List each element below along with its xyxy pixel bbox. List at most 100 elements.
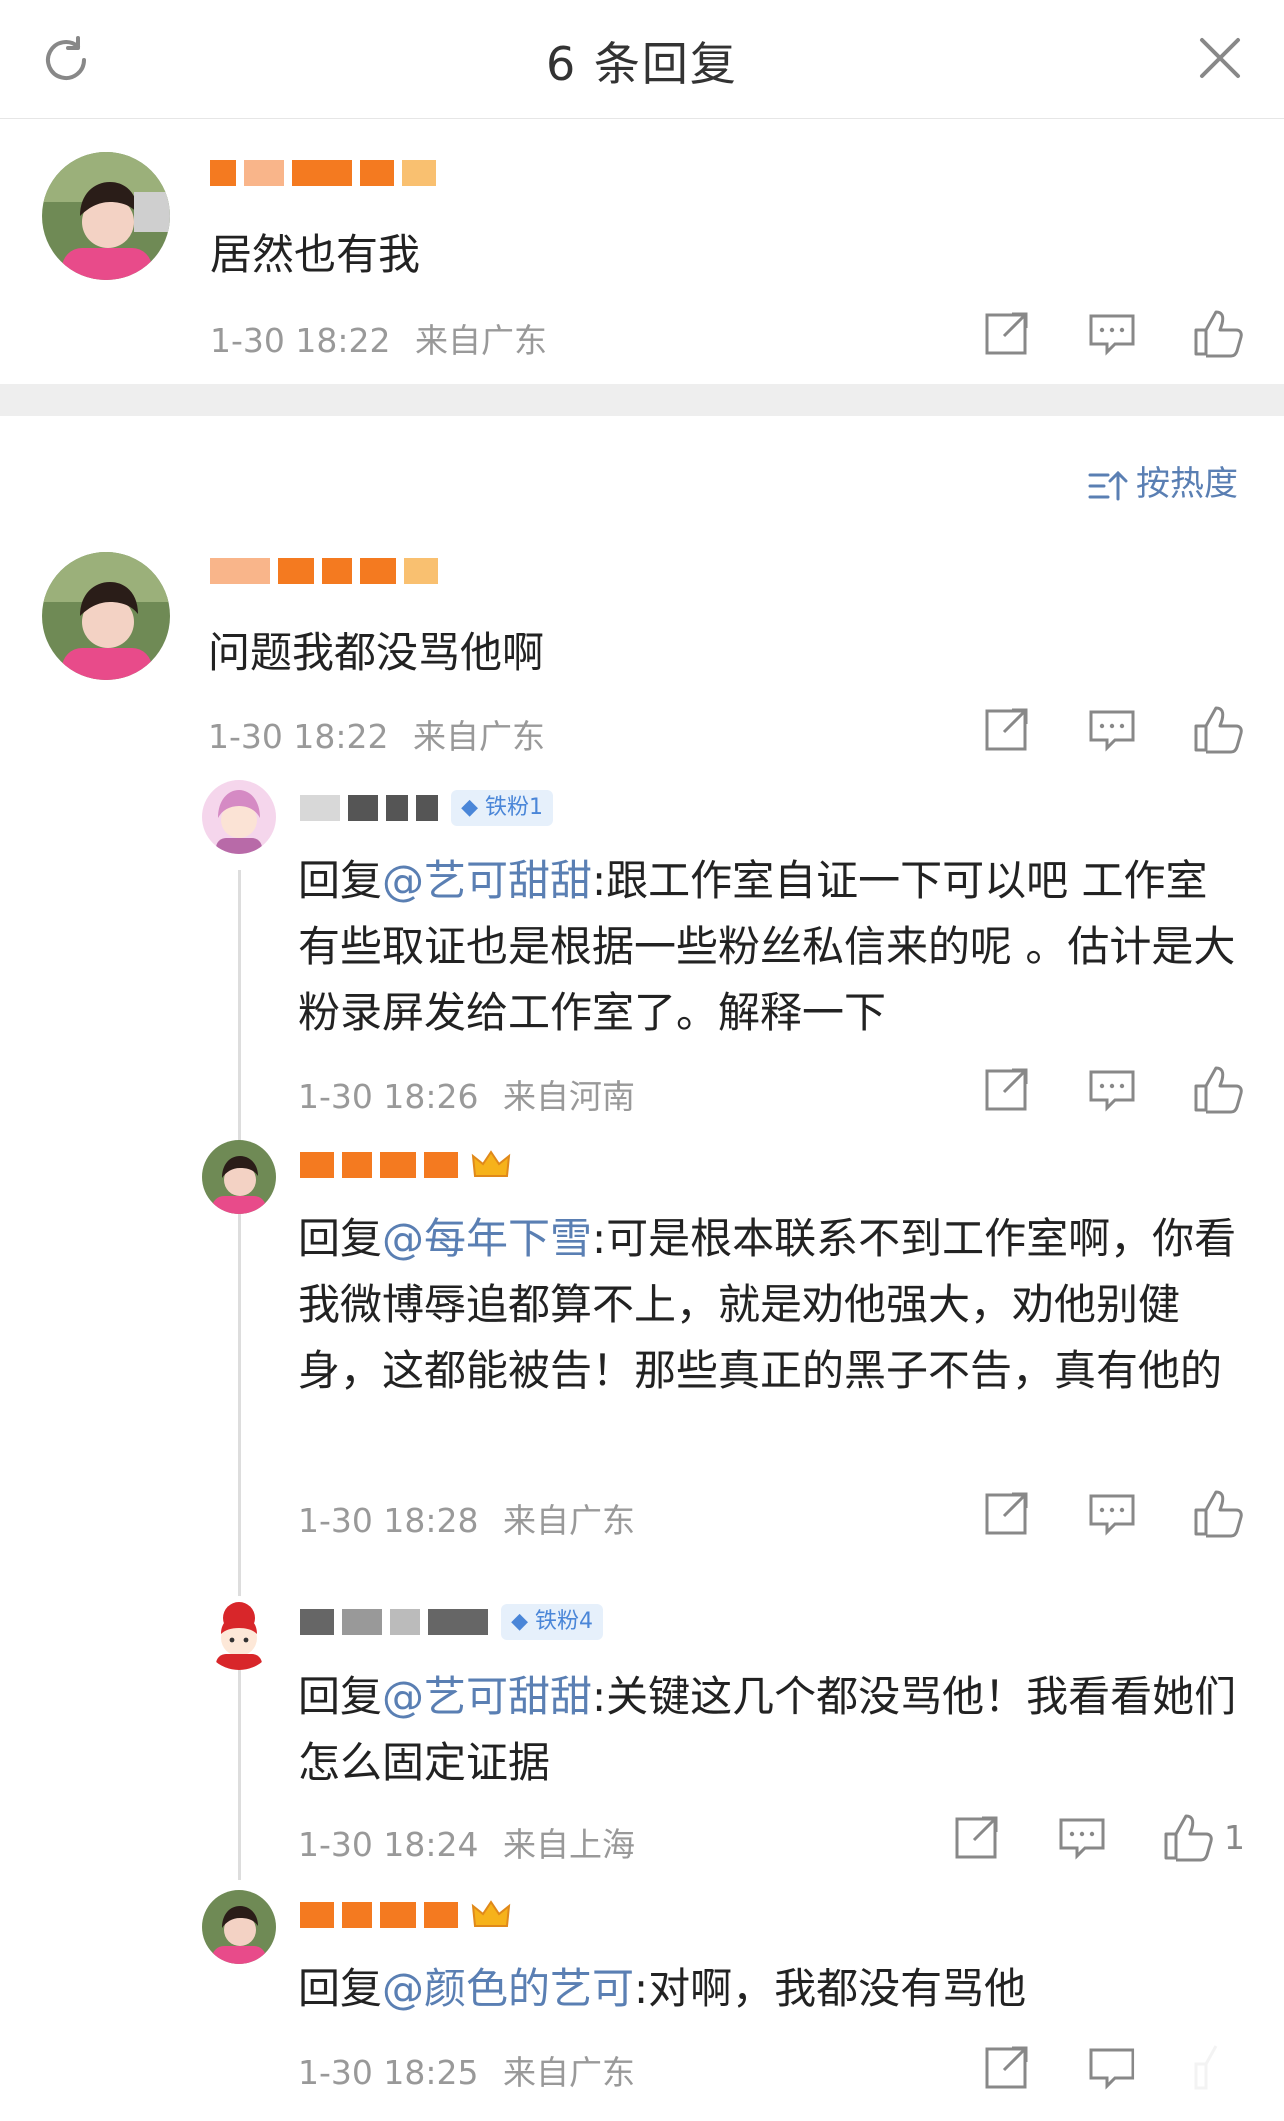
diamond-icon: ◆: [461, 795, 486, 820]
share-icon: [985, 312, 1028, 355]
commenter-name[interactable]: [210, 558, 450, 604]
commenter-name[interactable]: [300, 1148, 540, 1194]
location: 来自广东: [503, 2053, 635, 2092]
like-button[interactable]: [1190, 1486, 1244, 1540]
reply-meta: 1-30 18:22 来自广东: [208, 710, 545, 758]
comment-button[interactable]: [1085, 1062, 1139, 1116]
share-icon: [985, 1068, 1028, 1111]
share-icon: [985, 708, 1028, 751]
comment-button[interactable]: [1055, 1810, 1109, 1864]
sort-label: 按热度: [1136, 464, 1238, 504]
like-button[interactable]: [1190, 1062, 1244, 1116]
timestamp: 1-30 18:22: [208, 717, 389, 756]
reply-prefix: 回复: [298, 1214, 383, 1263]
reply-prefix: 回复: [298, 1672, 383, 1721]
reply-header: 6 条回复: [0, 0, 1284, 119]
reply-text: 回复@颜色的艺可:对啊，我都没有骂他: [298, 1956, 1248, 2022]
share-button[interactable]: [980, 702, 1034, 756]
reply-actions: [980, 1062, 1250, 1122]
avatar[interactable]: [202, 780, 276, 854]
fan-badge: ◆ 铁粉4: [501, 1604, 604, 1640]
reply-actions: [980, 1486, 1250, 1546]
crown-icon: [471, 1900, 511, 1927]
location: 来自广东: [415, 321, 547, 360]
comment-actions: [980, 306, 1250, 366]
avatar[interactable]: [202, 1596, 276, 1670]
commenter-name[interactable]: ◆ 铁粉1: [300, 790, 620, 836]
comment-icon: [1089, 1494, 1135, 1536]
comment-button[interactable]: [1085, 702, 1139, 756]
share-button[interactable]: [980, 1486, 1034, 1540]
watermark-overlay: [1134, 2041, 1284, 2121]
share-icon: [985, 1492, 1028, 1535]
thumbs-up-icon: [1194, 1066, 1243, 1114]
reply-text: 回复@每年下雪:可是根本联系不到工作室啊，你看我微博辱追都算不上，就是劝他强大，…: [298, 1206, 1248, 1404]
timestamp: 1-30 18:25: [298, 2053, 479, 2092]
commenter-name[interactable]: [210, 160, 450, 206]
section-divider: [0, 384, 1284, 416]
reply-text: 回复@艺可甜甜:关键这几个都没骂他！我看看她们怎么固定证据: [298, 1664, 1248, 1796]
timestamp: 1-30 18:24: [298, 1825, 479, 1864]
avatar[interactable]: [42, 552, 170, 680]
thumbs-up-icon: [1194, 310, 1243, 358]
timestamp: 1-30 18:22: [210, 321, 391, 360]
like-button[interactable]: [1160, 1810, 1214, 1864]
timestamp: 1-30 18:26: [298, 1077, 479, 1116]
mention-link[interactable]: @艺可甜甜: [382, 1672, 592, 1721]
location: 来自上海: [503, 1825, 635, 1864]
share-icon: [985, 2046, 1028, 2089]
share-button[interactable]: [980, 1062, 1034, 1116]
comment-button[interactable]: [1085, 306, 1139, 360]
comment-button[interactable]: [1085, 2040, 1139, 2094]
comment-meta: 1-30 18:22 来自广东: [210, 314, 547, 362]
reply-meta: 1-30 18:24 来自上海: [298, 1818, 635, 1866]
reply-text: 回复@艺可甜甜:跟工作室自证一下可以吧 工作室有些取证也是根据一些粉丝私信来的呢…: [298, 848, 1248, 1046]
share-button[interactable]: [980, 2040, 1034, 2094]
thumbs-up-icon: [1194, 1490, 1243, 1538]
thread-line: [238, 870, 241, 1880]
comment-button[interactable]: [1085, 1486, 1139, 1540]
like-button[interactable]: [1190, 702, 1244, 756]
comment-icon: [1059, 1818, 1105, 1860]
crown-icon: [471, 1150, 511, 1177]
timestamp: 1-30 18:28: [298, 1501, 479, 1540]
mention-link[interactable]: @艺可甜甜: [382, 856, 592, 905]
like-button[interactable]: [1190, 306, 1244, 360]
location: 来自河南: [503, 1077, 635, 1116]
thumbs-up-icon: [1164, 1814, 1213, 1862]
mention-link[interactable]: @颜色的艺可: [382, 1964, 634, 2013]
reply-meta: 1-30 18:28 来自广东: [298, 1494, 635, 1542]
comment-icon: [1089, 2048, 1135, 2090]
reply-prefix: 回复: [298, 856, 383, 905]
commenter-name[interactable]: [300, 1898, 540, 1944]
comment-icon: [1089, 710, 1135, 752]
like-count: 1: [1224, 1818, 1245, 1857]
reply-body: :对啊，我都没有骂他: [634, 1964, 1027, 2013]
reply-meta: 1-30 18:25 来自广东: [298, 2046, 635, 2094]
share-icon: [955, 1816, 998, 1859]
close-icon[interactable]: [1196, 34, 1244, 82]
comment-icon: [1089, 1070, 1135, 1112]
location: 来自广东: [413, 717, 545, 756]
mention-link[interactable]: @每年下雪: [382, 1214, 592, 1263]
reply-actions: [980, 702, 1250, 762]
reply-prefix: 回复: [298, 1964, 383, 2013]
share-button[interactable]: [950, 1810, 1004, 1864]
sort-icon: [1088, 470, 1128, 500]
commenter-name[interactable]: ◆ 铁粉4: [300, 1604, 640, 1650]
avatar[interactable]: [202, 1140, 276, 1214]
comment-text: 居然也有我: [210, 230, 421, 279]
diamond-icon: ◆: [511, 1609, 536, 1634]
avatar[interactable]: [202, 1890, 276, 1964]
thumbs-up-icon: [1194, 706, 1243, 754]
location: 来自广东: [503, 1501, 635, 1540]
reply-text: 问题我都没骂他啊: [208, 628, 545, 677]
comment-icon: [1089, 314, 1135, 356]
reply-actions: 1: [950, 1810, 1250, 1870]
fan-badge: ◆ 铁粉1: [451, 790, 554, 826]
avatar[interactable]: [42, 152, 170, 280]
share-button[interactable]: [980, 306, 1034, 360]
sort-by-hot[interactable]: 按热度: [1088, 456, 1238, 505]
page-title: 6 条回复: [546, 37, 738, 91]
reply-meta: 1-30 18:26 来自河南: [298, 1070, 635, 1118]
